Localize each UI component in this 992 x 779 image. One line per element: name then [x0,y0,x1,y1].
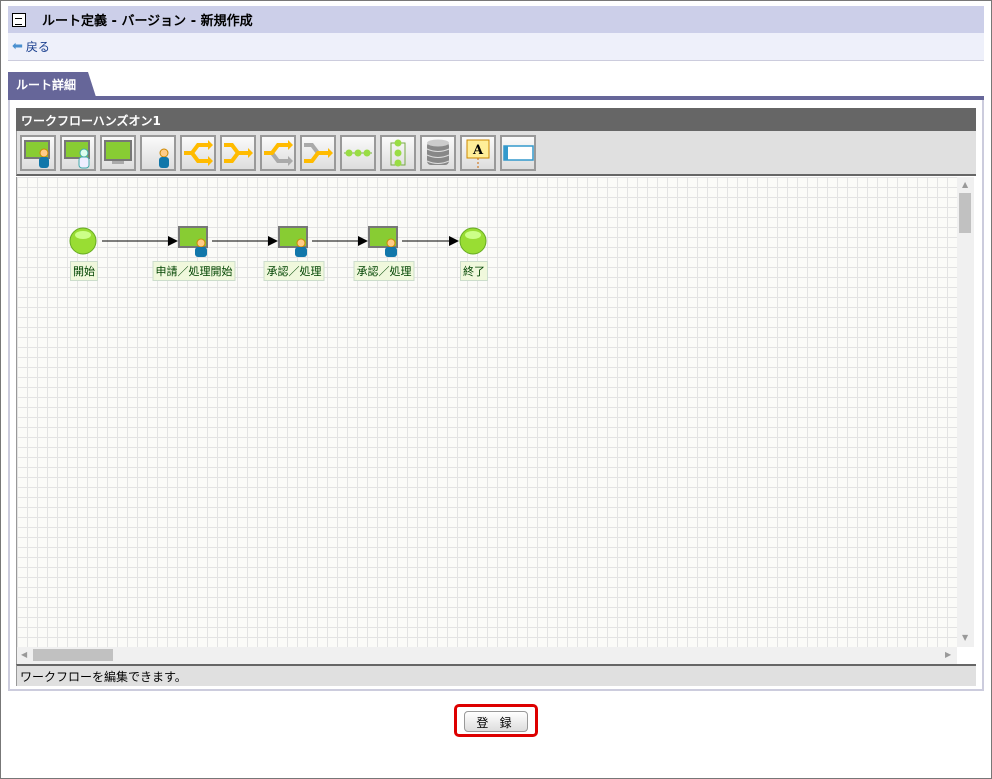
back-arrow-icon: ⬅ [12,39,23,54]
user-task-icon[interactable] [20,135,56,171]
scroll-down-icon[interactable]: ▼ [962,633,968,642]
start-node-icon[interactable] [69,227,97,255]
clipboard-icon [12,12,26,27]
vertical-scrollbar[interactable]: ▲ ▼ [957,177,974,647]
title-bar: ルート定義 - バージョン - 新規作成 [8,6,984,33]
tab-route-detail[interactable]: ルート詳細 [8,72,96,97]
scroll-right-icon[interactable]: ▶ [945,650,951,659]
node-label-end[interactable]: 終了 [460,261,488,281]
node-label-start[interactable]: 開始 [70,261,98,281]
horizontal-scrollbar[interactable]: ◀ ▶ [16,647,957,664]
database-icon[interactable] [420,135,456,171]
task-node-icon[interactable] [368,226,398,257]
frame-icon[interactable] [500,135,536,171]
end-node-icon[interactable] [459,227,487,255]
workflow-name: ワークフローハンズオン1 [16,108,976,131]
multi-user-task-icon[interactable] [60,135,96,171]
merge-alt-icon[interactable] [300,135,336,171]
branch-icon[interactable] [180,135,216,171]
workflow-toolbar: A [16,131,976,176]
user-icon[interactable] [140,135,176,171]
scroll-thumb[interactable] [33,649,113,661]
text-label-icon[interactable]: A [460,135,496,171]
vertical-nodes-icon[interactable] [380,135,416,171]
workflow-connections [69,226,487,257]
svg-text:A: A [472,143,484,158]
merge-icon[interactable] [220,135,256,171]
node-label-task[interactable]: 承認／処理 [263,261,325,281]
task-node-icon[interactable] [178,226,208,257]
scroll-up-icon[interactable]: ▲ [962,180,968,189]
node-label-task[interactable]: 承認／処理 [353,261,415,281]
register-highlight: 登 録 [454,704,538,737]
node-label-task[interactable]: 申請／処理開始 [152,261,236,281]
back-row: ⬅ 戻る [8,33,984,61]
back-link[interactable]: 戻る [26,38,50,55]
branch-alt-icon[interactable] [260,135,296,171]
status-bar: ワークフローを編集できます。 [16,664,976,686]
system-task-icon[interactable] [100,135,136,171]
scroll-left-icon[interactable]: ◀ [21,650,27,659]
register-button[interactable]: 登 録 [464,711,528,732]
horizontal-nodes-icon[interactable] [340,135,376,171]
page-title: ルート定義 - バージョン - 新規作成 [42,14,253,29]
workflow-canvas[interactable]: 開始 申請／処理開始 承認／処理 承認／処理 終了 [16,177,957,647]
scroll-thumb[interactable] [959,193,971,233]
task-node-icon[interactable] [278,226,308,257]
